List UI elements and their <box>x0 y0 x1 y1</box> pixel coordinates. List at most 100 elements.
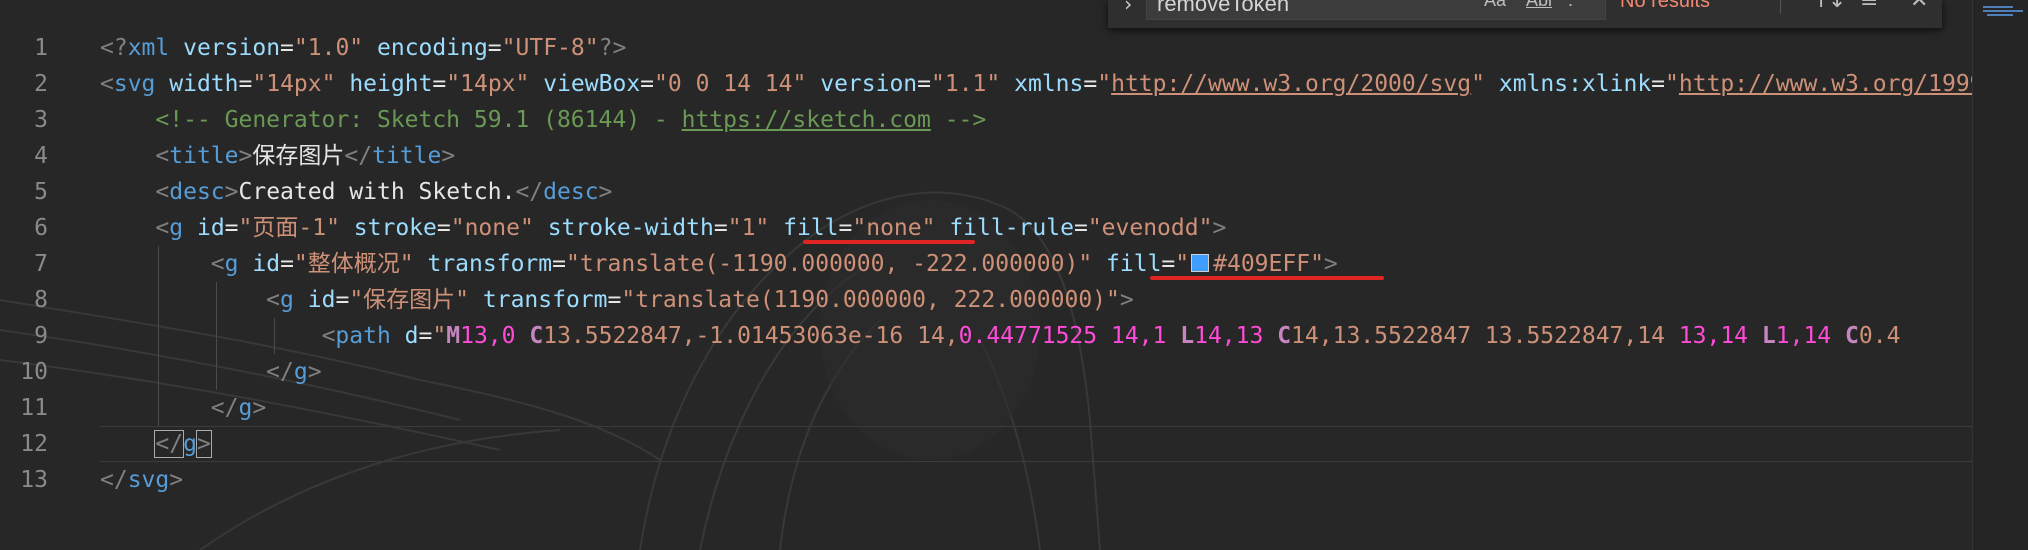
code-line[interactable]: </g> <box>100 426 1972 462</box>
code-token: C <box>1277 323 1292 349</box>
code-line[interactable]: <!-- Generator: Sketch 59.1 (86144) - ht… <box>100 102 1972 138</box>
code-token: Created with Sketch. <box>238 179 516 205</box>
code-line[interactable]: <title>保存图片</title> <box>100 138 1972 174</box>
code-token: "页面-1" <box>238 215 340 241</box>
code-token: viewBox <box>543 71 641 97</box>
close-find-icon[interactable]: ✕ <box>1910 0 1928 13</box>
code-token: </ <box>266 359 294 385</box>
code-token: "translate(1190.000000, 222.000000)" <box>621 287 1120 313</box>
code-token: svg <box>113 71 156 97</box>
code-line[interactable]: </g> <box>100 390 1972 426</box>
code-token: id <box>196 215 225 241</box>
code-token: encoding <box>377 35 488 61</box>
code-line[interactable]: <g id="页面-1" stroke="none" stroke-width=… <box>100 210 1972 246</box>
code-area[interactable]: <?xml version="1.0" encoding="UTF-8"?> <s… <box>100 30 1972 498</box>
code-token: " <box>432 323 447 349</box>
code-token: transform <box>482 287 608 313</box>
code-token: < <box>100 71 114 97</box>
code-token: "1" <box>727 215 770 241</box>
code-line[interactable]: <svg width="14px" height="14px" viewBox=… <box>100 66 1972 102</box>
code-token: "保存图片" <box>349 287 470 313</box>
code-line[interactable]: <?xml version="1.0" encoding="UTF-8"?> <box>100 30 1972 66</box>
code-token: xml <box>127 35 170 61</box>
code-token: height <box>349 71 433 97</box>
code-line[interactable]: </svg> <box>100 462 1972 498</box>
code-token: "none" <box>852 215 936 241</box>
code-line[interactable]: <g id="保存图片" transform="translate(1190.0… <box>100 282 1972 318</box>
code-token: C <box>1845 323 1859 349</box>
code-line[interactable]: <g id="整体概况" transform="translate(-1190.… <box>100 246 1972 282</box>
code-token: > <box>307 359 322 385</box>
code-token: g <box>238 395 253 421</box>
code-token: http://www.w3.org/1999/xlink <box>1678 71 1972 97</box>
code-token: "1.1" <box>931 71 1001 97</box>
code-token: < <box>321 323 336 349</box>
code-token: "14px" <box>446 71 530 97</box>
code-token: http://www.w3.org/2000/svg <box>1111 71 1472 97</box>
code-token: transform <box>427 251 553 277</box>
code-token: width <box>169 71 239 97</box>
code-token: = <box>238 71 253 97</box>
code-token: > <box>1323 251 1338 277</box>
minimap-scrollbar[interactable] <box>1972 0 2028 550</box>
code-token: https://sketch.com <box>681 107 931 133</box>
code-line[interactable]: <desc>Created with Sketch.</desc> <box>100 174 1972 210</box>
code-token: = <box>280 251 294 277</box>
code-token: <? <box>100 35 128 61</box>
code-token: fill-rule <box>949 215 1074 241</box>
code-token: version <box>820 71 918 97</box>
code-token: g <box>293 359 308 385</box>
next-match-icon[interactable]: ↓ <box>1828 0 1846 13</box>
code-token: < <box>155 215 170 241</box>
code-token: version <box>183 35 281 61</box>
indent-guide <box>216 282 217 390</box>
code-line[interactable]: </g> <box>100 354 1972 390</box>
code-token: = <box>487 35 502 61</box>
code-token: > <box>252 395 267 421</box>
code-line[interactable]: <path d="M13,0 C13.5522847,-1.01453063e-… <box>100 318 1972 354</box>
code-token: xmlns <box>1014 71 1084 97</box>
code-token: < <box>266 287 281 313</box>
code-token: " <box>1471 71 1485 97</box>
use-regex-toggle[interactable]: .* <box>1568 0 1580 11</box>
code-token: " <box>1175 251 1190 277</box>
line-number: 6 <box>34 215 48 241</box>
code-token: > <box>1212 215 1227 241</box>
code-token: title <box>169 143 239 169</box>
match-case-toggle[interactable]: Aa <box>1484 0 1506 11</box>
code-token: path <box>335 323 391 349</box>
code-token: 保存图片 <box>252 143 345 169</box>
color-swatch[interactable] <box>1191 253 1210 272</box>
code-token: 0.4 <box>1858 323 1901 349</box>
code-token: > <box>224 179 239 205</box>
code-token: 13,14 <box>1678 323 1749 349</box>
code-token: svg <box>127 467 170 493</box>
minimap-line <box>1987 14 2013 16</box>
indent-guide <box>158 246 159 426</box>
code-token: desc <box>169 179 225 205</box>
code-editor[interactable]: 1 2 3 4 5 6 7 8 9 10 11 12 13 <?xml version="1.0" en… <box>0 0 1972 550</box>
code-token: --> <box>930 107 987 133</box>
line-number: 9 <box>34 323 48 349</box>
code-token: g <box>224 251 239 277</box>
code-token: stroke <box>353 215 437 241</box>
find-in-selection-icon[interactable]: ≡ <box>1860 0 1878 13</box>
code-token: > <box>1119 287 1134 313</box>
expand-replace-chevron-icon[interactable]: › <box>1122 0 1134 16</box>
match-whole-word-toggle[interactable]: Abl <box>1526 0 1552 11</box>
